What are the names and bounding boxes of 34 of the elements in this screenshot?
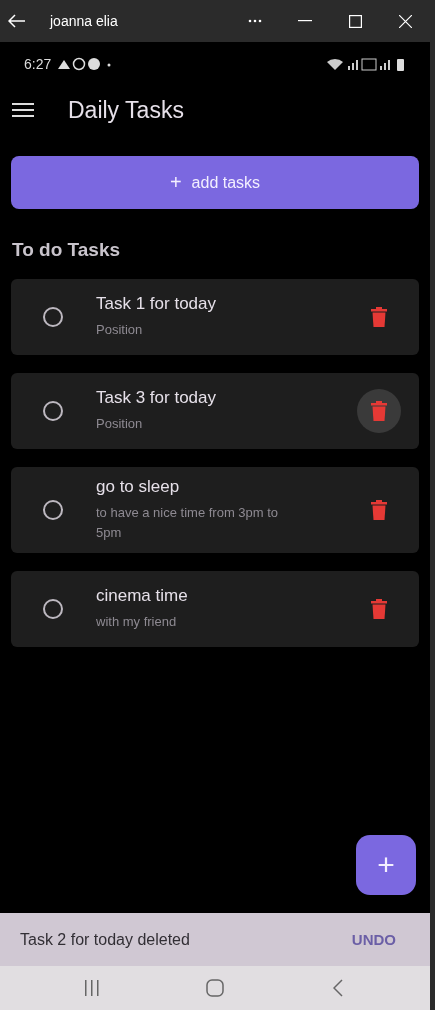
task-title: Task 1 for today xyxy=(96,294,217,314)
task-radio[interactable] xyxy=(43,307,63,327)
recents-icon xyxy=(83,980,100,996)
more-icon xyxy=(248,19,262,23)
trash-icon xyxy=(371,599,387,619)
add-fab[interactable]: + xyxy=(356,835,416,895)
minimize-icon xyxy=(298,20,312,22)
back-icon xyxy=(333,979,344,997)
task-title: go to sleep xyxy=(96,477,181,497)
trash-icon xyxy=(371,307,387,327)
snackbar-message: Task 2 for today deleted xyxy=(20,930,190,949)
close-icon xyxy=(398,14,412,28)
trash-icon xyxy=(371,500,387,520)
task-radio[interactable] xyxy=(43,401,63,421)
menu-icon[interactable] xyxy=(12,102,34,118)
section-title: To do Tasks xyxy=(12,239,122,261)
task-subtitle: with my friend xyxy=(96,613,178,631)
status-time: 6:27 xyxy=(24,56,52,72)
task-subtitle: Position xyxy=(96,415,144,433)
task-title: cinema time xyxy=(96,586,189,606)
home-icon xyxy=(206,979,224,997)
task-title: Task 3 for today xyxy=(96,388,217,408)
undo-button[interactable]: UNDO xyxy=(337,925,410,954)
delete-button[interactable] xyxy=(357,389,401,433)
window-title: joanna elia xyxy=(50,13,119,29)
back-arrow-icon[interactable] xyxy=(8,14,26,28)
task-subtitle: to have a nice time from 3pm to 5pm xyxy=(96,504,280,542)
add-tasks-button[interactable]: + add tasks xyxy=(11,156,419,209)
task-radio[interactable] xyxy=(43,500,63,520)
task-subtitle: Position xyxy=(96,321,144,339)
task-radio[interactable] xyxy=(43,599,63,619)
trash-icon xyxy=(371,401,387,421)
maximize-icon xyxy=(348,14,362,28)
app-title: Daily Tasks xyxy=(68,96,184,124)
